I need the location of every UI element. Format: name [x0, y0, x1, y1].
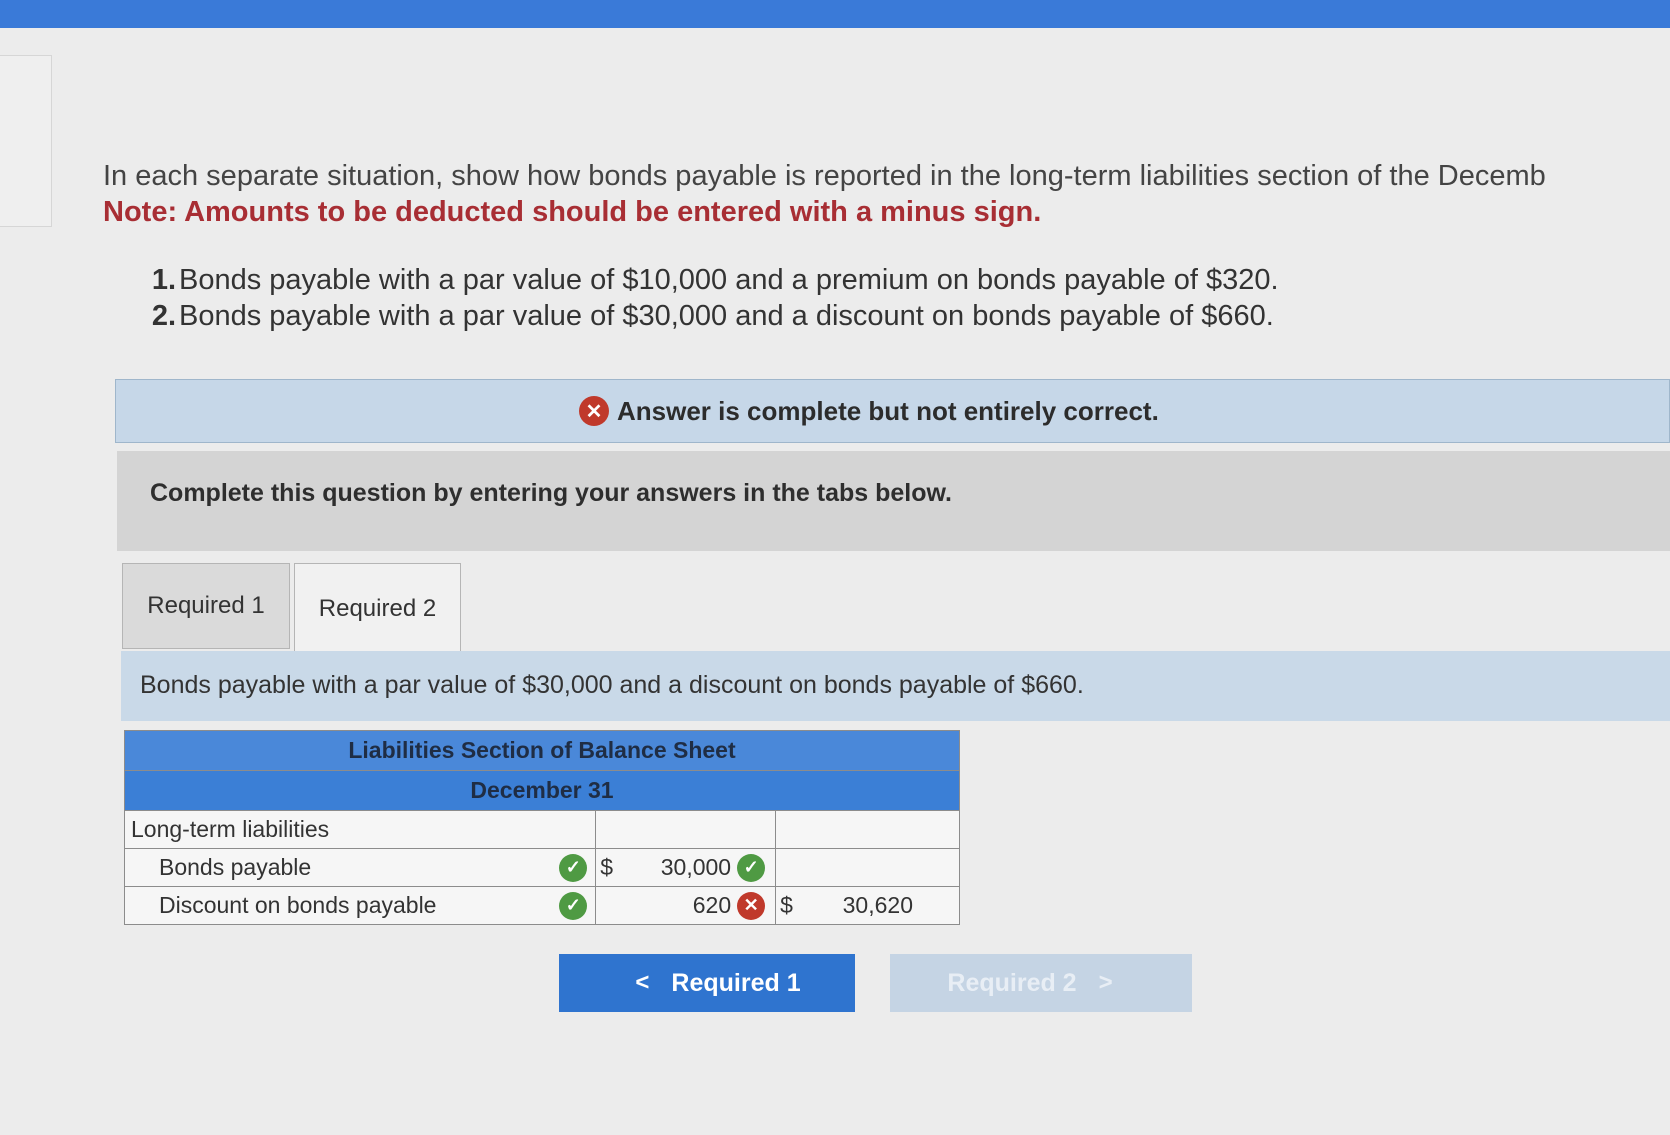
amount-cell[interactable]: 620 ✕ [595, 886, 777, 925]
prev-button-label: Required 1 [671, 968, 801, 997]
total-cell[interactable] [775, 848, 960, 887]
top-bar [0, 0, 1670, 28]
feedback-text: Answer is complete but not entirely corr… [617, 395, 1159, 426]
row-label-cell[interactable]: Discount on bonds payable ✓ [123, 886, 597, 925]
next-button-label: Required 2 [947, 968, 1077, 997]
empty-cell [775, 810, 960, 849]
situation-text: Bonds payable with a par value of $10,00… [179, 264, 1279, 296]
side-panel [0, 55, 52, 227]
amount-cell[interactable]: $ 30,000 ✓ [595, 848, 777, 887]
table-row: Bonds payable ✓ $ 30,000 ✓ [123, 848, 960, 887]
row-label-cell[interactable]: Bonds payable ✓ [123, 848, 597, 887]
total-currency: $ [780, 892, 793, 918]
row-label: Discount on bonds payable [159, 892, 437, 918]
tab-required-2[interactable]: Required 2 [294, 563, 461, 653]
row-label: Bonds payable [159, 854, 312, 880]
situation-text: Bonds payable with a par value of $30,00… [179, 300, 1274, 332]
x-circle-icon: ✕ [579, 396, 609, 426]
question-intro: In each separate situation, show how bon… [103, 160, 1546, 192]
chevron-right-icon: > [1098, 969, 1113, 996]
x-circle-icon: ✕ [737, 891, 766, 920]
prev-required-button[interactable]: < Required 1 [559, 954, 855, 1012]
tab-prompt-text: Bonds payable with a par value of $30,00… [140, 671, 1084, 699]
tab-required-1[interactable]: Required 1 [122, 563, 290, 649]
instruction-text: Complete this question by entering your … [150, 479, 952, 507]
next-required-button[interactable]: Required 2 > [890, 954, 1192, 1012]
check-icon: ✓ [737, 853, 766, 882]
total-value: 30,620 [842, 892, 913, 918]
amount-value: 30,000 [660, 854, 732, 880]
check-icon: ✓ [559, 853, 588, 882]
tab-prompt: Bonds payable with a par value of $30,00… [121, 651, 1670, 721]
total-cell[interactable]: $ 30,620 [775, 886, 960, 925]
amount-value: 620 [692, 892, 732, 918]
situation-number: 1. [151, 264, 176, 296]
table-subtitle: December 31 [124, 770, 960, 811]
situation-item: 2. Bonds payable with a par value of $30,… [140, 298, 1279, 334]
question-text: In each separate situation, show how bon… [103, 158, 1670, 230]
empty-cell [595, 810, 777, 849]
instruction-box: Complete this question by entering your … [117, 451, 1670, 551]
table-title: Liabilities Section of Balance Sheet [124, 730, 960, 771]
balance-sheet-table: Liabilities Section of Balance Sheet Dec… [123, 730, 960, 925]
answer-feedback-banner: ✕ Answer is complete but not entirely co… [115, 379, 1670, 443]
check-icon: ✓ [559, 891, 588, 920]
currency-symbol: $ [600, 854, 614, 880]
question-note: Note: Amounts to be deducted should be e… [103, 196, 1042, 228]
situation-number: 2. [151, 300, 176, 332]
situation-item: 1. Bonds payable with a par value of $10,… [140, 262, 1279, 298]
section-label: Long-term liabilities [123, 810, 597, 849]
table-row: Discount on bonds payable ✓ 620 ✕ $ 30,6… [123, 886, 960, 925]
situation-list: 1. Bonds payable with a par value of $10,… [140, 262, 1279, 334]
chevron-left-icon: < [635, 969, 650, 996]
